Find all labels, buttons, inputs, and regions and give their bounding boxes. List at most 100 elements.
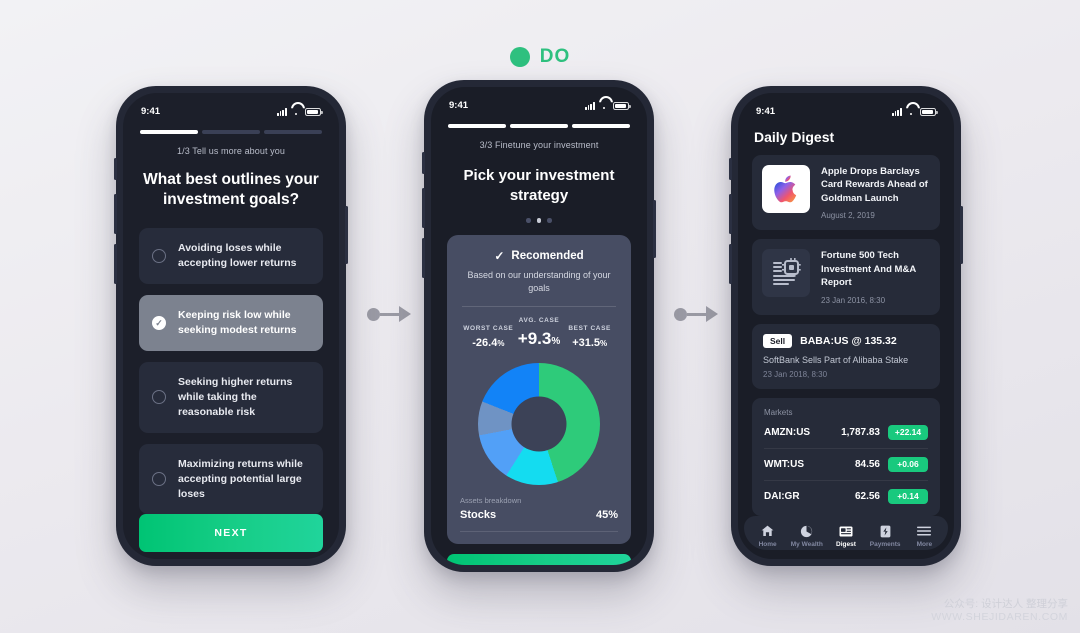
progress-indicator — [431, 115, 647, 128]
status-bar: 9:41 — [431, 87, 647, 115]
phone-mockup-3: 9:41 Daily Digest Apple Drops Barclays C… — [729, 86, 963, 566]
stat-value: +9.3% — [517, 329, 561, 349]
battery-icon — [613, 101, 631, 110]
phone-side-button[interactable] — [114, 158, 117, 180]
document-chip-icon — [762, 249, 810, 298]
watermark-url: WWW.SHEJIDAREN.COM — [931, 611, 1068, 624]
market-row[interactable]: DAI:GR 62.56 +0.14 — [764, 481, 928, 512]
news-icon — [839, 525, 853, 538]
carousel-dot-active[interactable] — [536, 218, 542, 223]
assets-breakdown-label: Assets breakdown — [460, 496, 522, 506]
goal-option-3[interactable]: Seeking higher returns while taking the … — [139, 361, 323, 433]
news-card-apple[interactable]: Apple Drops Barclays Card Rewards Ahead … — [752, 155, 940, 231]
flow-arrow-1 — [367, 306, 411, 322]
stat-label: AVG. CASE — [518, 316, 560, 324]
goal-option-2[interactable]: ✓ Keeping risk low while seeking modest … — [139, 295, 323, 351]
market-symbol: WMT:US — [764, 458, 804, 470]
donut-ring — [478, 363, 600, 486]
phone-side-button[interactable] — [422, 152, 425, 174]
strategy-card[interactable]: ✓ Recomended Based on our understanding … — [447, 234, 631, 545]
market-price: 84.56 — [854, 458, 880, 470]
do-label: DO — [539, 46, 571, 67]
recommended-subtitle: Based on our understanding of your goals — [467, 269, 611, 293]
digest-feed: Apple Drops Barclays Card Rewards Ahead … — [738, 145, 954, 516]
cellular-signal-icon — [891, 107, 902, 116]
news-date: August 2, 2019 — [821, 211, 875, 221]
phone-volume-down-button[interactable] — [422, 238, 425, 278]
phone-volume-up-button[interactable] — [114, 194, 117, 234]
goal-option-label: Maximizing returns while accepting poten… — [178, 457, 303, 500]
divider — [462, 305, 616, 307]
trade-alert-card[interactable]: Sell BABA:US @ 135.32 SoftBank Sells Par… — [752, 323, 940, 389]
tab-label: Payments — [869, 540, 901, 548]
cellular-signal-icon — [584, 101, 595, 110]
home-icon — [761, 525, 774, 538]
goal-option-1[interactable]: Avoiding loses while accepting lower ret… — [139, 228, 323, 285]
phone-volume-down-button[interactable] — [114, 244, 117, 284]
tab-home[interactable]: Home — [749, 525, 787, 548]
status-time: 9:41 — [449, 100, 469, 111]
market-row[interactable]: WMT:US 84.56 +0.06 — [764, 449, 928, 481]
carousel-dots — [431, 206, 647, 223]
phone-power-button[interactable] — [960, 206, 963, 264]
phone-volume-up-button[interactable] — [729, 194, 732, 234]
flow-arrow-2 — [674, 306, 718, 322]
stat-worst-case: WORST CASE -26.4% — [463, 325, 514, 350]
do-badge: DO — [0, 46, 1080, 68]
radio-button-checked-icon[interactable]: ✓ — [152, 316, 166, 331]
goal-option-label: Keeping risk low while seeking modest re… — [178, 309, 297, 337]
wifi-icon — [291, 108, 301, 116]
assets-donut-chart — [460, 349, 618, 491]
next-button[interactable]: NEXT — [139, 514, 323, 553]
select-button[interactable]: SELECT — [447, 554, 631, 565]
radio-button-icon[interactable] — [152, 390, 166, 405]
radio-button-icon[interactable] — [152, 472, 166, 487]
divider — [460, 531, 618, 533]
phone-power-button[interactable] — [653, 200, 656, 258]
battery-icon — [920, 107, 938, 116]
phone-volume-down-button[interactable] — [729, 244, 732, 284]
goal-option-4[interactable]: Maximizing returns while accepting poten… — [139, 443, 323, 515]
watermark-cn: 公众号: 设计达人 整理分享 — [943, 597, 1068, 610]
wifi-icon — [599, 102, 609, 110]
phone-volume-up-button[interactable] — [422, 188, 425, 228]
tab-digest[interactable]: Digest — [827, 525, 865, 548]
market-price: 1,787.83 — [841, 426, 880, 438]
page-title: Pick your investment strategy — [463, 166, 615, 204]
pie-chart-icon — [800, 525, 813, 538]
step-label: 1/3 Tell us more about you — [177, 145, 285, 156]
phone-power-button[interactable] — [345, 206, 348, 264]
sell-badge: Sell — [763, 333, 793, 348]
apple-logo-icon — [762, 165, 810, 213]
news-headline: Fortune 500 Tech Investment And M&A Repo… — [821, 250, 916, 289]
payments-icon — [880, 525, 891, 538]
goal-option-label: Seeking higher returns while taking the … — [178, 375, 293, 418]
arrow-head-icon — [399, 306, 411, 322]
progress-indicator — [123, 121, 339, 134]
goal-option-label: Avoiding loses while accepting lower ret… — [178, 242, 297, 270]
arrow-circle-icon — [674, 307, 687, 321]
phone-side-button[interactable] — [729, 158, 732, 180]
radio-button-icon[interactable] — [152, 249, 166, 264]
market-change-badge: +0.14 — [888, 488, 928, 504]
screen-onboarding-goals: 9:41 1/3 Tell us more about you What bes… — [123, 93, 339, 559]
tab-my-wealth[interactable]: My Wealth — [788, 525, 826, 548]
stat-value: +31.5% — [572, 337, 608, 350]
trade-date: 23 Jan 2018, 8:30 — [763, 369, 828, 379]
stats-row: WORST CASE -26.4% AVG. CASE +9.3% BEST C… — [460, 317, 618, 350]
carousel-dot[interactable] — [526, 218, 531, 223]
market-row[interactable]: AMZN:US 1,787.83 +22.14 — [764, 417, 928, 449]
news-card-fortune500[interactable]: Fortune 500 Tech Investment And M&A Repo… — [752, 239, 940, 315]
asset-percent: 45% — [595, 509, 618, 522]
tab-more[interactable]: More — [905, 525, 943, 548]
stat-label: WORST CASE — [463, 324, 514, 332]
tab-payments[interactable]: Payments — [866, 525, 904, 548]
goal-options-list: Avoiding loses while accepting lower ret… — [123, 211, 339, 515]
asset-name: Stocks — [460, 509, 497, 522]
status-time: 9:41 — [141, 106, 161, 117]
market-change-badge: +0.06 — [888, 456, 928, 472]
trade-subtitle: SoftBank Sells Part of Alibaba Stake — [763, 354, 909, 365]
carousel-dot[interactable] — [547, 218, 552, 223]
step-label: 3/3 Finetune your investment — [479, 139, 599, 150]
news-headline: Apple Drops Barclays Card Rewards Ahead … — [821, 166, 928, 204]
